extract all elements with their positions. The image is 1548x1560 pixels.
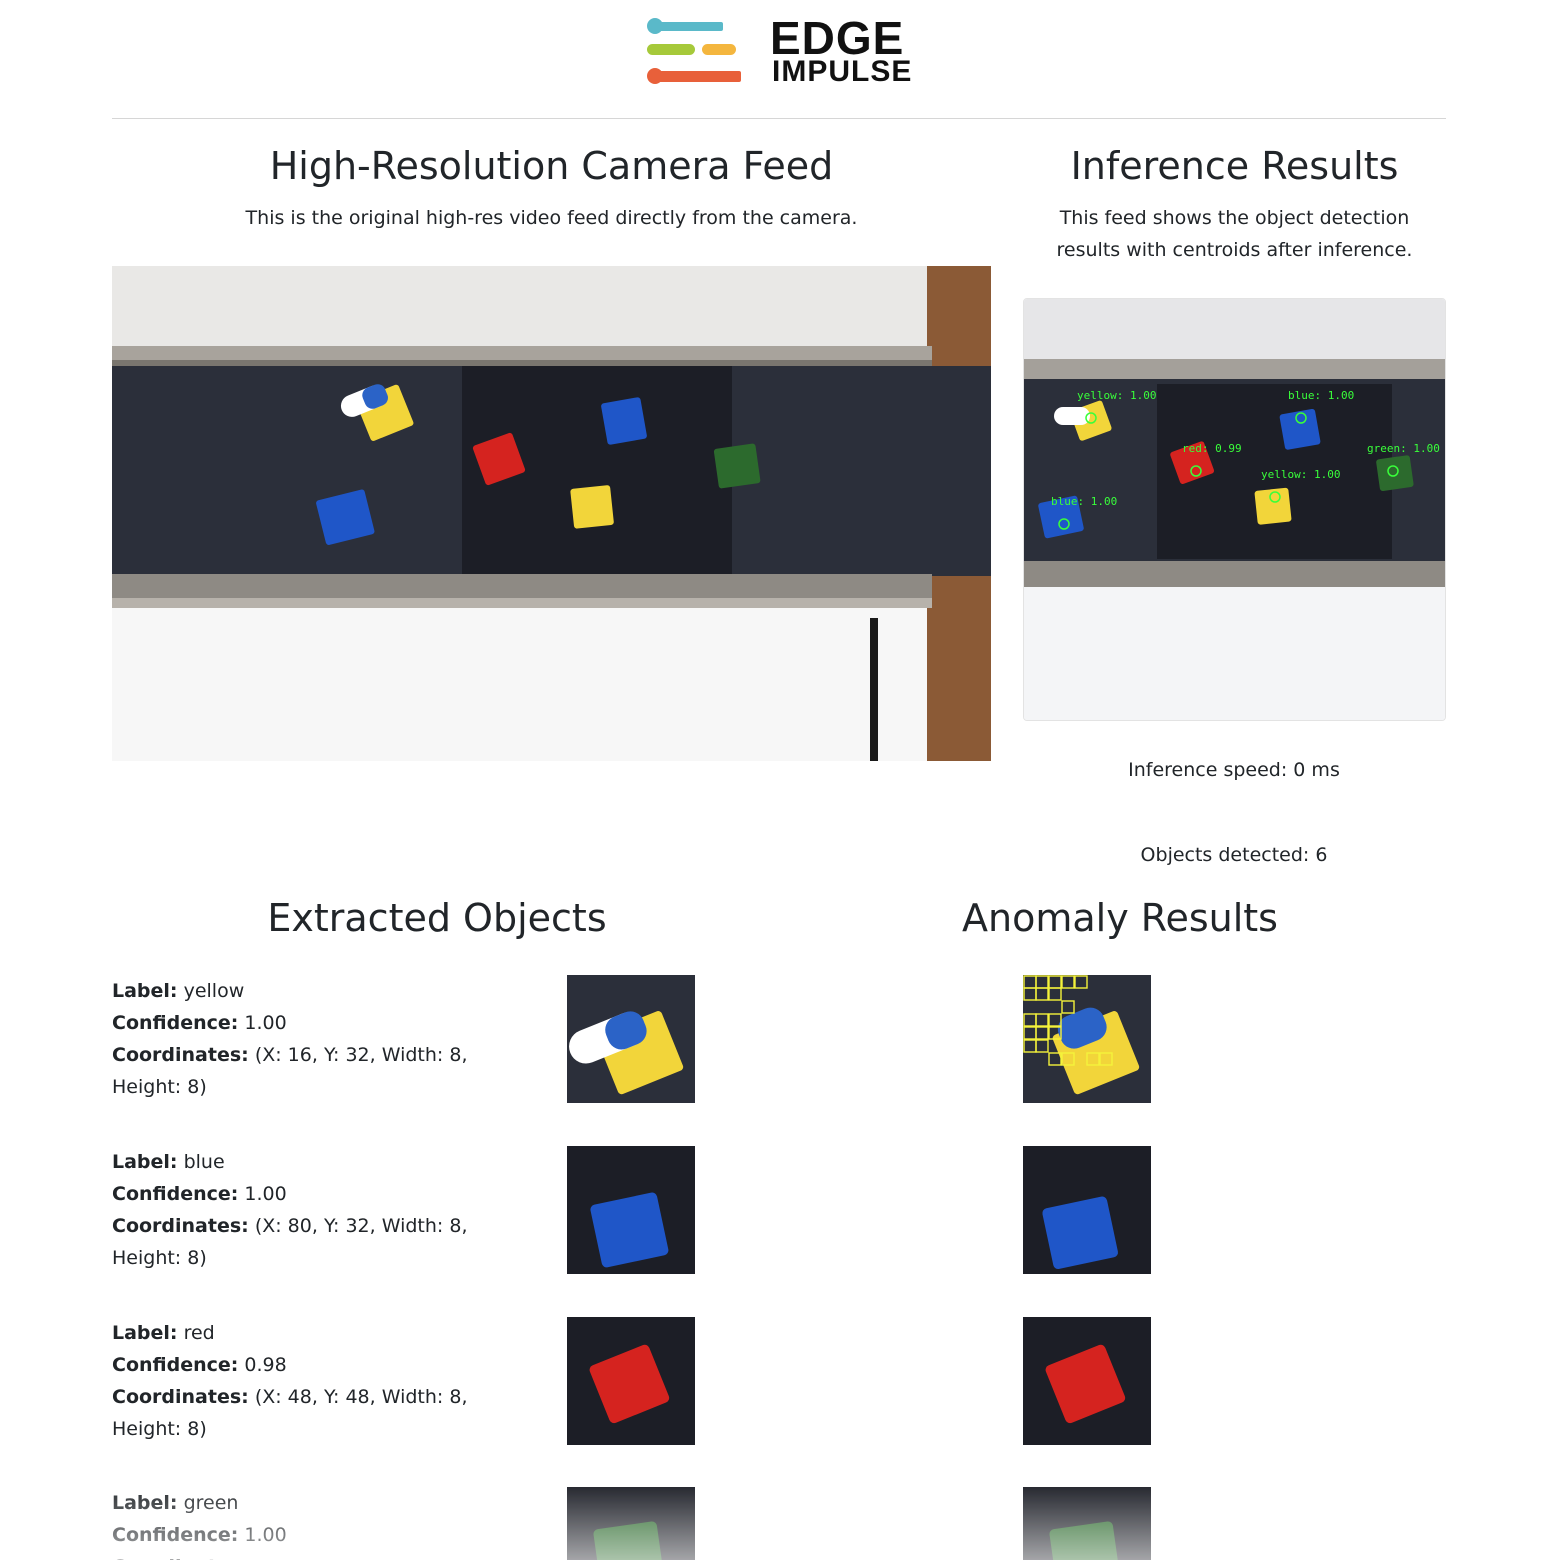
inference-results-title: Inference Results: [1070, 144, 1399, 188]
coordinates-key: Coordinates:: [112, 1044, 249, 1066]
label-key: Label:: [112, 1322, 178, 1344]
header-divider: [112, 118, 1446, 119]
inference-results-description: This feed shows the object detection res…: [1056, 207, 1413, 261]
coordinates-key: Coordinates:: [112, 1386, 249, 1408]
camera-feed-description: This is the original high-res video feed…: [245, 207, 858, 229]
extracted-object-info: Label: red Confidence: 0.98 Coordinates:…: [112, 1317, 532, 1445]
confidence-key: Confidence:: [112, 1183, 239, 1205]
camera-feed-image: [112, 266, 991, 761]
overlay-label: blue: 1.00: [1051, 495, 1117, 508]
overlay-label: red: 0.99: [1182, 442, 1242, 455]
overlay-label: green: 1.00: [1367, 442, 1440, 455]
camera-feed-title: High-Resolution Camera Feed: [269, 144, 834, 188]
extracted-object-thumbnail: [567, 1146, 695, 1274]
extracted-object-info: Label: yellow Confidence: 1.00 Coordinat…: [112, 975, 532, 1103]
objects-detected: Objects detected: 6: [1140, 844, 1328, 866]
overlay-label: yellow: 1.00: [1077, 389, 1156, 402]
coordinates-key: Coordinates:: [112, 1215, 249, 1237]
anomaly-thumbnail: [1023, 1317, 1151, 1445]
label-key: Label:: [112, 1492, 178, 1514]
label-key: Label:: [112, 1151, 178, 1173]
confidence-key: Confidence:: [112, 1524, 239, 1546]
anomaly-thumbnail: [1023, 1487, 1151, 1560]
edge-impulse-logo-icon: [647, 18, 741, 84]
header: EDGE IMPULSE: [0, 0, 1548, 118]
anomaly-thumbnail: [1023, 975, 1151, 1103]
extracted-object-info: Label: blue Confidence: 1.00 Coordinates…: [112, 1146, 532, 1274]
extracted-objects-title: Extracted Objects: [267, 896, 607, 940]
confidence-value: 1.00: [244, 1524, 287, 1546]
overlay-label: yellow: 1.00: [1261, 468, 1340, 481]
inference-speed: Inference speed: 0 ms: [1128, 759, 1340, 781]
brand-name-line2: IMPULSE: [772, 55, 913, 88]
confidence-key: Confidence:: [112, 1354, 239, 1376]
anomaly-thumbnail: [1023, 1146, 1151, 1274]
extracted-object-thumbnail: [567, 1317, 695, 1445]
label-value: green: [183, 1492, 239, 1514]
label-value: blue: [183, 1151, 225, 1173]
confidence-value: 0.98: [244, 1354, 287, 1376]
confidence-key: Confidence:: [112, 1012, 239, 1034]
label-key: Label:: [112, 980, 178, 1002]
overlay-label: blue: 1.00: [1288, 389, 1354, 402]
label-value: yellow: [183, 980, 245, 1002]
extracted-object-thumbnail: [567, 1487, 695, 1560]
confidence-value: 1.00: [244, 1012, 287, 1034]
label-value: red: [183, 1322, 215, 1344]
inference-image: yellow: 1.00 blue: 1.00 red: 0.99 green:…: [1023, 298, 1446, 721]
anomaly-results-title: Anomaly Results: [962, 896, 1278, 940]
extracted-object-info: Label: green Confidence: 1.00 Coordinate…: [112, 1487, 532, 1560]
coordinates-key: Coordinates:: [112, 1556, 249, 1560]
extracted-object-thumbnail: [567, 975, 695, 1103]
confidence-value: 1.00: [244, 1183, 287, 1205]
